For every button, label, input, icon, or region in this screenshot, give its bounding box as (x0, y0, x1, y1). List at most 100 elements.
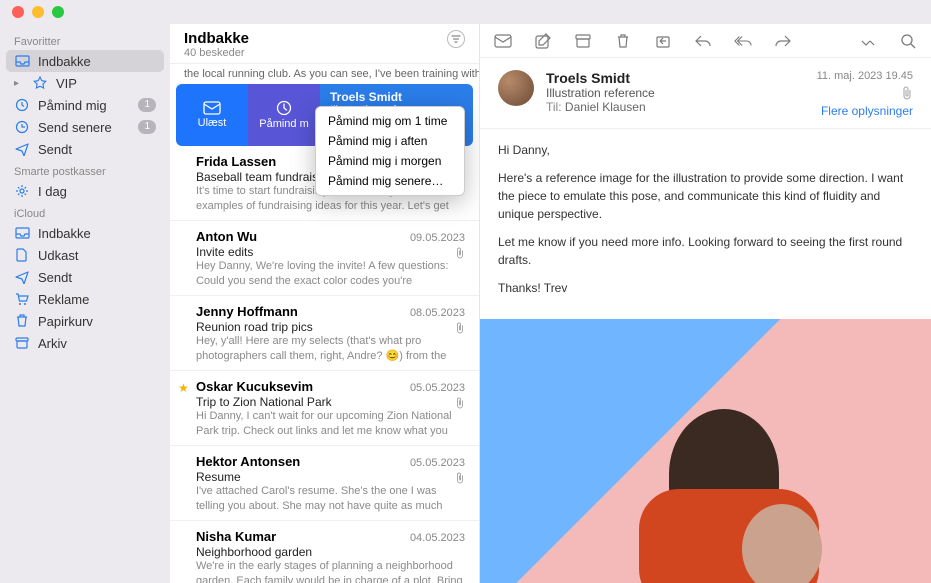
attachment-icon (455, 247, 465, 259)
message-preview: We're in the early stages of planning a … (196, 559, 465, 583)
reader-from[interactable]: Troels Smidt (546, 70, 805, 86)
junk-icon[interactable] (654, 32, 672, 50)
envelope-icon[interactable] (494, 32, 512, 50)
message-preview: Hi Danny, I can't wait for our upcoming … (196, 409, 465, 437)
attachment-icon (455, 472, 465, 484)
body-paragraph: Let me know if you need more info. Looki… (498, 233, 913, 269)
sidebar-item-udkast[interactable]: Udkast (0, 244, 170, 266)
plane-icon (14, 141, 30, 157)
sidebar-item-label: I dag (38, 184, 156, 199)
swipe-remind-button[interactable]: Påmind m (248, 84, 320, 146)
message-item[interactable]: ★Oskar Kucuksevim05.05.2023Trip to Zion … (170, 371, 479, 446)
close-window-button[interactable] (12, 6, 24, 18)
message-subject: Invite edits (196, 245, 465, 259)
partial-message-preview[interactable]: the local running club. As you can see, … (170, 64, 479, 84)
message-subject: Neighborhood garden (196, 545, 465, 559)
sidebar-item-indbakke[interactable]: Indbakke (6, 50, 164, 72)
remind-menu-item[interactable]: Påmind mig i aften (316, 131, 464, 151)
star-icon (32, 75, 48, 91)
filter-button[interactable] (447, 30, 465, 48)
message-subject: Reunion road trip pics (196, 320, 465, 334)
reader-toolbar (480, 24, 931, 58)
forward-icon[interactable] (774, 32, 792, 50)
message-list-pane: Indbakke 40 beskeder the local running c… (170, 24, 480, 583)
cart-icon (14, 291, 30, 307)
reader-subject: Illustration reference (546, 86, 805, 100)
sidebar-item-sendt[interactable]: Sendt (0, 266, 170, 288)
attachment-icon (455, 397, 465, 409)
sender-avatar[interactable] (498, 70, 534, 106)
search-icon[interactable] (899, 32, 917, 50)
sidebar-item-vip[interactable]: ▸VIP (0, 72, 170, 94)
attachment-icon[interactable] (901, 86, 913, 100)
message-preview: Hey, y'all! Here are my selects (that's … (196, 334, 465, 362)
sidebar-item-label: Sendt (38, 142, 156, 157)
minimize-window-button[interactable] (32, 6, 44, 18)
envelope-icon (203, 101, 221, 115)
mailbox-sidebar: Favoritter Indbakke▸VIPPåmind mig1Send s… (0, 24, 170, 583)
sidebar-item-label: Reklame (38, 292, 156, 307)
list-header: Indbakke 40 beskeder (170, 24, 479, 64)
sidebar-item-sendt[interactable]: Sendt (0, 138, 170, 160)
message-list[interactable]: Frida LassenBaseball team fundraiserIt's… (170, 146, 479, 583)
message-item[interactable]: Nisha Kumar 04.05.2023Neighborhood garden… (170, 521, 479, 583)
reader-header: Troels Smidt Illustration reference Til:… (480, 58, 931, 129)
trash-icon (14, 313, 30, 329)
more-info-link[interactable]: Flere oplysninger (821, 104, 913, 118)
message-date: 04.05.2023 (410, 532, 465, 544)
sidebar-item-label: Send senere (38, 120, 130, 135)
remind-menu-item[interactable]: Påmind mig senere… (316, 171, 464, 191)
reply-all-icon[interactable] (734, 32, 752, 50)
remind-menu-item[interactable]: Påmind mig om 1 time (316, 111, 464, 131)
archive-icon (14, 335, 30, 351)
more-icon[interactable] (859, 32, 877, 50)
remind-me-menu[interactable]: Påmind mig om 1 timePåmind mig i aftenPå… (315, 106, 465, 196)
message-sender: Hektor Antonsen (196, 454, 300, 469)
reader-to: Til: Daniel Klausen (546, 100, 805, 114)
disclosure-icon[interactable]: ▸ (14, 78, 24, 89)
archive-icon[interactable] (574, 32, 592, 50)
body-paragraph: Hi Danny, (498, 141, 913, 159)
sidebar-item-send-senere[interactable]: Send senere 1 (0, 116, 170, 138)
message-date: 09.05.2023 (410, 232, 465, 244)
sidebar-item-reklame[interactable]: Reklame (0, 288, 170, 310)
message-item[interactable]: Hektor Antonsen05.05.2023ResumeI've atta… (170, 446, 479, 521)
clock-icon (14, 97, 30, 113)
sidebar-item-papirkurv[interactable]: Papirkurv (0, 310, 170, 332)
message-sender: Oskar Kucuksevim (196, 379, 313, 394)
count-badge: 1 (138, 98, 156, 112)
message-preview: Hey Danny, We're loving the invite! A fe… (196, 259, 465, 287)
attachment-icon (455, 322, 465, 334)
reader-inline-image[interactable] (480, 319, 931, 583)
sidebar-item-indbakke[interactable]: Indbakke (0, 222, 170, 244)
trash-icon[interactable] (614, 32, 632, 50)
sidebar-item-label: Indbakke (38, 226, 156, 241)
message-sender: Nisha Kumar (196, 529, 276, 544)
reply-icon[interactable] (694, 32, 712, 50)
sidebar-item-label: Sendt (38, 270, 156, 285)
sidebar-section-icloud: iCloud (0, 202, 170, 222)
inbox-icon (14, 225, 30, 241)
compose-icon[interactable] (534, 32, 552, 50)
message-date: 05.05.2023 (410, 382, 465, 394)
sidebar-item-label: Papirkurv (38, 314, 156, 329)
clock-arrow-icon (14, 119, 30, 135)
mailbox-count: 40 beskeder (184, 47, 447, 59)
clock-icon (276, 100, 292, 116)
message-item[interactable]: Jenny Hoffmann08.05.2023Reunion road tri… (170, 296, 479, 371)
message-preview: I've attached Carol's resume. She's the … (196, 484, 465, 512)
message-item[interactable]: Anton Wu 09.05.2023Invite editsHey Danny,… (170, 221, 479, 296)
fullscreen-window-button[interactable] (52, 6, 64, 18)
message-sender: Frida Lassen (196, 154, 276, 169)
count-badge: 1 (138, 120, 156, 134)
sidebar-item-arkiv[interactable]: Arkiv (0, 332, 170, 354)
message-subject: Trip to Zion National Park (196, 395, 465, 409)
message-sender: Anton Wu (196, 229, 257, 244)
sidebar-item-i-dag[interactable]: I dag (0, 180, 170, 202)
message-reader-pane: Troels Smidt Illustration reference Til:… (480, 24, 931, 583)
inbox-icon (14, 53, 30, 69)
sidebar-item-påmind-mig[interactable]: Påmind mig1 (0, 94, 170, 116)
remind-menu-item[interactable]: Påmind mig i morgen (316, 151, 464, 171)
sidebar-section-favorites: Favoritter (0, 30, 170, 50)
swipe-mark-unread-button[interactable]: Ulæst (176, 84, 248, 146)
